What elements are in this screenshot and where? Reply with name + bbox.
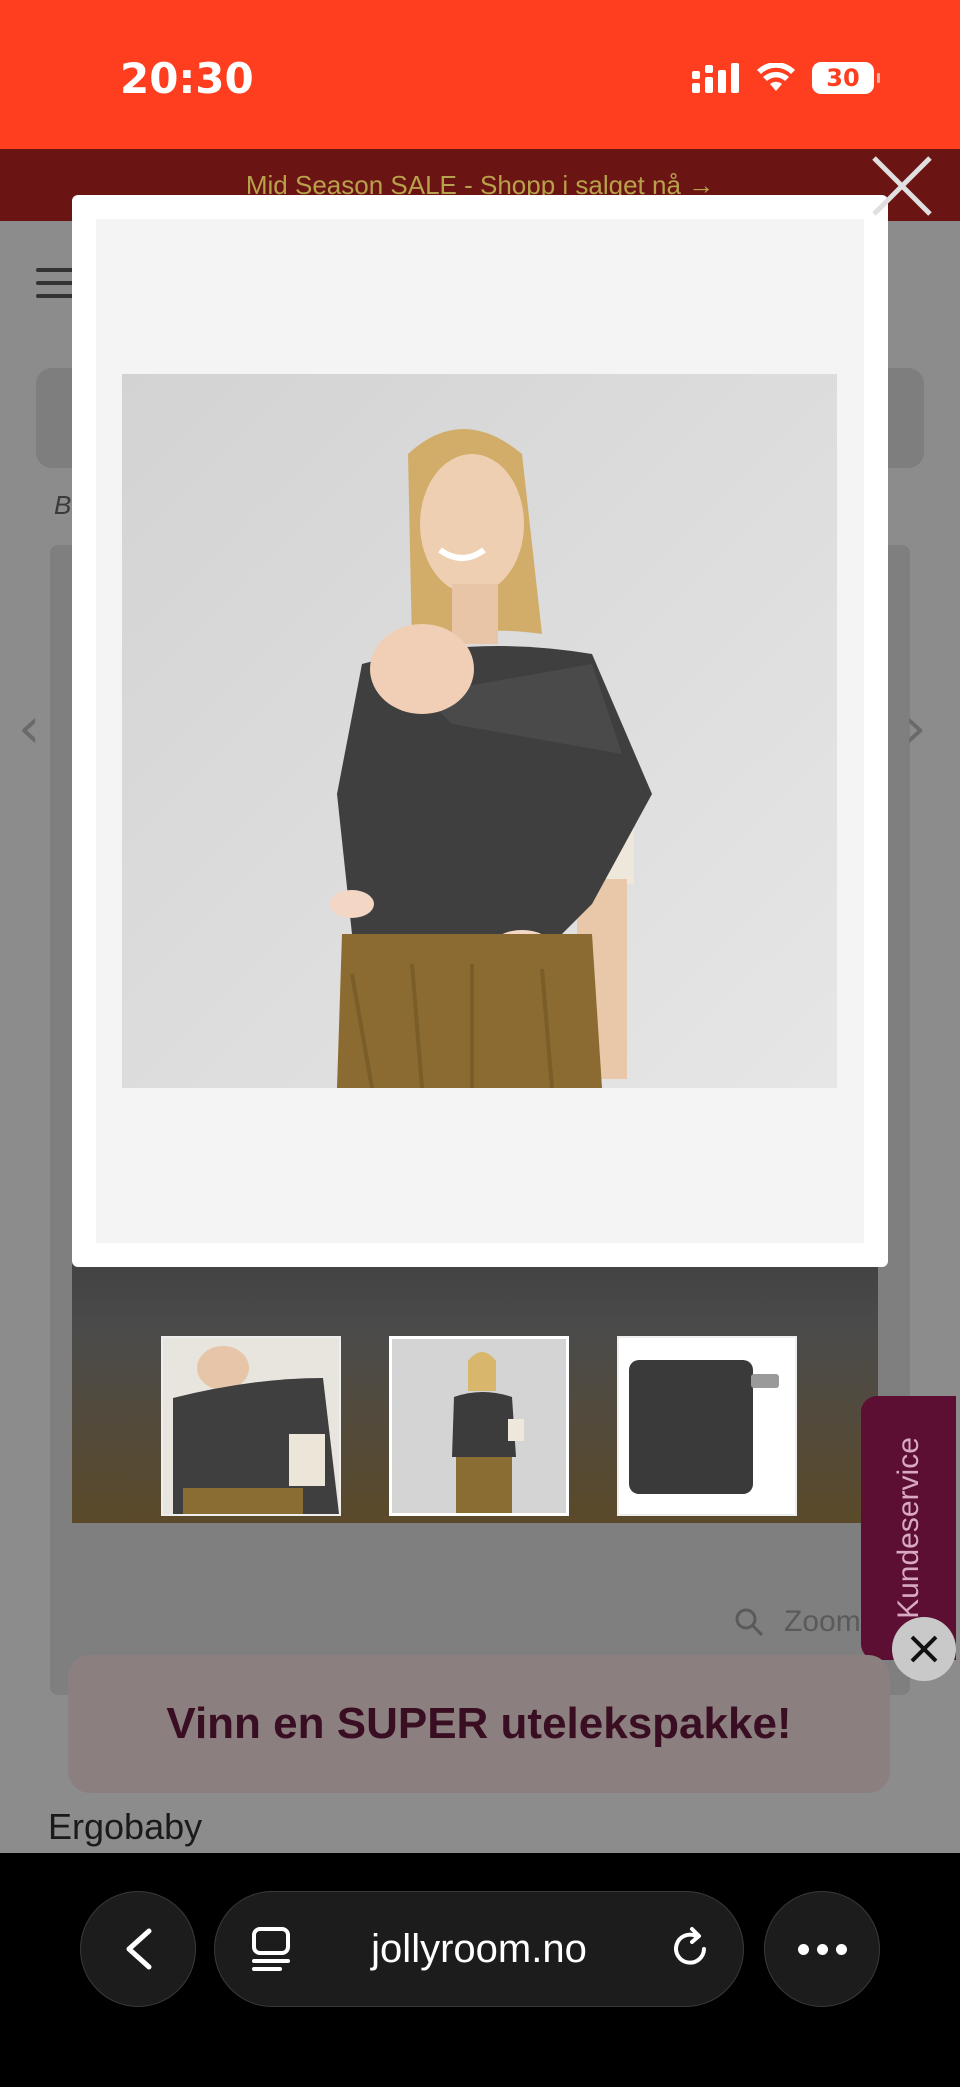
thumbnail-image [619,1338,795,1514]
close-icon [872,156,932,216]
zoom-control[interactable]: Zoom [734,1605,861,1639]
zoom-label: Zoom [784,1605,861,1638]
back-button[interactable] [80,1891,196,2007]
close-icon [910,1635,938,1663]
product-brand[interactable]: Ergobaby [48,1806,202,1848]
tabs-icon[interactable] [250,1925,294,1973]
lightbox-image[interactable] [122,374,837,1088]
promo-popup[interactable]: Vinn en SUPER utelekspakke! [68,1655,890,1793]
reload-icon[interactable] [666,1925,714,1973]
product-photo [122,374,837,1088]
signal-icon [692,63,739,93]
more-icon [797,1943,809,1955]
promo-popup-text: Vinn en SUPER utelekspakke! [166,1699,792,1748]
battery-level: 30 [826,64,860,92]
breadcrumb[interactable]: B [54,490,71,521]
gallery-thumbnail-2[interactable] [389,1336,569,1516]
battery-icon: 30 [812,62,880,94]
lightbox-close-button[interactable] [866,150,938,222]
gallery-prev-icon[interactable]: ‹ [18,696,40,761]
customer-service-label: Kundeservice [891,1437,925,1619]
back-icon [126,1928,152,1970]
thumbnail-image [163,1338,339,1514]
gallery-thumbnail-1[interactable] [161,1336,341,1516]
wifi-icon [757,63,795,91]
status-icons: 30 [692,58,880,98]
gallery-next-icon[interactable]: › [904,696,926,761]
menu-icon[interactable] [36,268,76,298]
zoom-icon [735,1608,764,1637]
promo-close-button[interactable] [892,1617,956,1681]
thumbnail-image [392,1339,566,1513]
status-time: 20:30 [120,54,254,103]
more-button[interactable] [764,1891,880,2007]
gallery-thumbnail-3[interactable] [617,1336,797,1516]
